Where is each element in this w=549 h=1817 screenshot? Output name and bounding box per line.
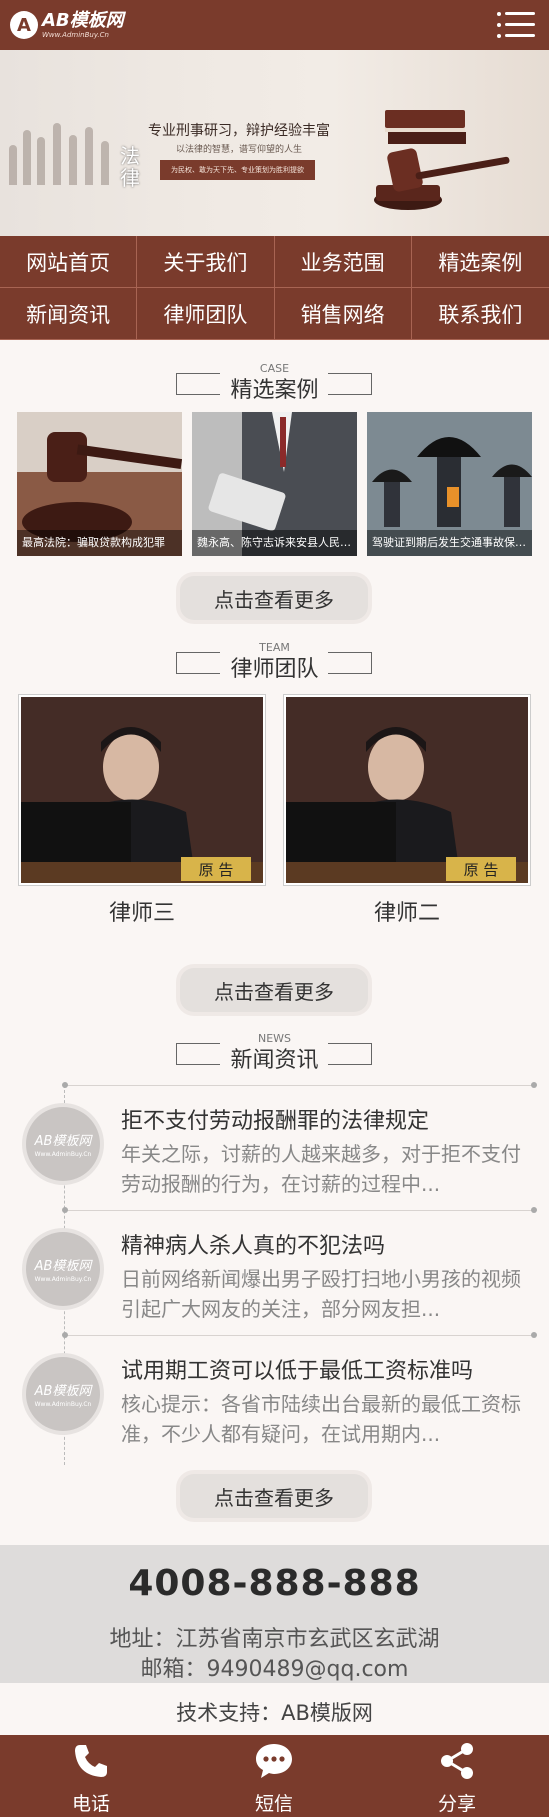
news-thumbnail: AB模板网 Www.AdminBuy.Cn <box>26 1107 100 1181</box>
thumbnail-text: AB模板网 <box>34 1134 92 1149</box>
nav-contact[interactable]: 联系我们 <box>411 288 549 340</box>
nav-network[interactable]: 销售网络 <box>274 288 412 340</box>
news-summary: 年关之际，讨薪的人越来越多，对于拒不支付劳动报酬的行为，在讨薪的过程中... <box>121 1142 521 1196</box>
menu-icon[interactable] <box>497 11 535 39</box>
news-summary: 核心提示：各省市陆续出台最新的最低工资标准，不少人都有疑问，在试用期内... <box>121 1392 521 1446</box>
phone-icon <box>75 1745 107 1777</box>
banner-slider[interactable]: 法律 专业刑事研习，辩护经验丰富 以法律的智慧，谱写仰望的人生 为民权、敢为天下… <box>0 50 549 236</box>
case-card[interactable]: 最高法院：骗取贷款构成犯罪 <box>17 412 182 556</box>
nav-about[interactable]: 关于我们 <box>137 236 275 288</box>
bottom-label: 分享 <box>437 1793 476 1815</box>
address-text: 地址：江苏省南京市玄武区玄武湖 <box>109 1627 440 1652</box>
contact-block: 4008-888-888 地址：江苏省南京市玄武区玄武湖 邮箱：9490489@… <box>0 1545 549 1683</box>
case-caption: 魏永高、陈守志诉来安县人民政府 <box>192 530 357 556</box>
nav-cases[interactable]: 精选案例 <box>411 236 549 288</box>
lawyer-photo: 原 告 <box>286 697 528 883</box>
news-item[interactable]: AB模板网 Www.AdminBuy.Cn 精神病人杀人真的不犯法吗 日前网络新… <box>0 1207 549 1330</box>
crowd-decoration <box>5 95 115 185</box>
news-title[interactable]: 拒不支付劳动报酬罪的法律规定 <box>121 1103 429 1135</box>
gavel-icon <box>374 110 510 210</box>
case-caption: 最高法院：骗取贷款构成犯罪 <box>17 530 182 556</box>
news-item[interactable]: AB模板网 Www.AdminBuy.Cn 试用期工资可以低于最低工资标准吗 核… <box>0 1332 549 1455</box>
news-title[interactable]: 试用期工资可以低于最低工资标准吗 <box>121 1353 473 1385</box>
bottom-message-button[interactable]: 短信 <box>214 1735 334 1817</box>
logo-text: AB模板网 <box>42 9 124 31</box>
team-member-name[interactable]: 律师三 <box>18 895 266 927</box>
news-thumbnail: AB模板网 Www.AdminBuy.Cn <box>26 1232 100 1306</box>
lawyer-photo: 原 告 <box>21 697 263 883</box>
banner-pill: 为民权、敢为天下先、专业策划为胜利提欲 <box>160 160 315 180</box>
bottom-bar: 电话 短信 分享 <box>0 1735 549 1817</box>
section-cn-label: 精选案例 <box>230 378 319 403</box>
nav-home[interactable]: 网站首页 <box>0 236 138 288</box>
news-summary: 日前网络新闻爆出男子殴打扫地小男孩的视频引起广大网友的关注，部分网友担... <box>121 1267 521 1321</box>
header: A AB模板网 Www.AdminBuy.Cn <box>0 0 549 50</box>
banner-title: 专业刑事研习，辩护经验丰富 <box>148 123 330 139</box>
thumbnail-subtext: Www.AdminBuy.Cn <box>34 1276 92 1283</box>
nav-services[interactable]: 业务范围 <box>274 236 412 288</box>
team-member-name[interactable]: 律师二 <box>283 895 531 927</box>
team-member-card[interactable]: 原 告 <box>18 694 266 886</box>
main-nav: 网站首页 关于我们 业务范围 精选案例 新闻资讯 律师团队 销售网络 联系我们 <box>0 236 549 340</box>
bottom-label: 短信 <box>254 1793 293 1815</box>
bottom-phone-button[interactable]: 电话 <box>31 1735 151 1817</box>
logo-subtext: Www.AdminBuy.Cn <box>42 30 109 39</box>
share-icon <box>441 1743 473 1779</box>
cases-section-title: CASE 精选案例 <box>0 362 549 403</box>
section-cn-label: 新闻资讯 <box>230 1048 319 1073</box>
news-section-title: NEWS 新闻资讯 <box>0 1032 549 1073</box>
thumbnail-subtext: Www.AdminBuy.Cn <box>34 1151 92 1158</box>
logo[interactable]: A AB模板网 Www.AdminBuy.Cn <box>10 10 124 40</box>
bottom-share-button[interactable]: 分享 <box>397 1735 517 1817</box>
team-member-card[interactable]: 原 告 <box>283 694 531 886</box>
plaque-text: 原 告 <box>464 861 499 879</box>
logo-mark: A <box>10 11 38 39</box>
team-section-title: TEAM 律师团队 <box>0 641 549 682</box>
calligraphy-text: 法律 <box>120 144 140 190</box>
section-cn-label: 律师团队 <box>230 657 319 682</box>
thumbnail-text: AB模板网 <box>34 1259 92 1274</box>
news-title[interactable]: 精神病人杀人真的不犯法吗 <box>121 1228 385 1260</box>
email-text: 邮箱：9490489@qq.com <box>140 1657 409 1682</box>
plaque-text: 原 告 <box>199 861 234 879</box>
nav-team[interactable]: 律师团队 <box>137 288 275 340</box>
banner-subtitle: 以法律的智慧，谱写仰望的人生 <box>176 145 303 155</box>
nav-news[interactable]: 新闻资讯 <box>0 288 138 340</box>
thumbnail-subtext: Www.AdminBuy.Cn <box>34 1401 92 1408</box>
case-caption: 驾驶证到期后发生交通事故保险公司 <box>367 530 532 556</box>
hotline-number[interactable]: 4008-888-888 <box>0 1563 549 1604</box>
message-icon <box>256 1744 292 1778</box>
cases-more-button[interactable]: 点击查看更多 <box>180 576 368 620</box>
news-thumbnail: AB模板网 Www.AdminBuy.Cn <box>26 1357 100 1431</box>
thumbnail-text: AB模板网 <box>34 1384 92 1399</box>
news-item[interactable]: AB模板网 Www.AdminBuy.Cn 拒不支付劳动报酬罪的法律规定 年关之… <box>0 1082 549 1205</box>
news-more-button[interactable]: 点击查看更多 <box>180 1474 368 1518</box>
case-card[interactable]: 魏永高、陈守志诉来安县人民政府 <box>192 412 357 556</box>
case-card[interactable]: 驾驶证到期后发生交通事故保险公司 <box>367 412 532 556</box>
bottom-label: 电话 <box>71 1793 110 1815</box>
tech-support: 技术支持：AB模版网 <box>176 1701 373 1725</box>
team-more-button[interactable]: 点击查看更多 <box>180 968 368 1012</box>
